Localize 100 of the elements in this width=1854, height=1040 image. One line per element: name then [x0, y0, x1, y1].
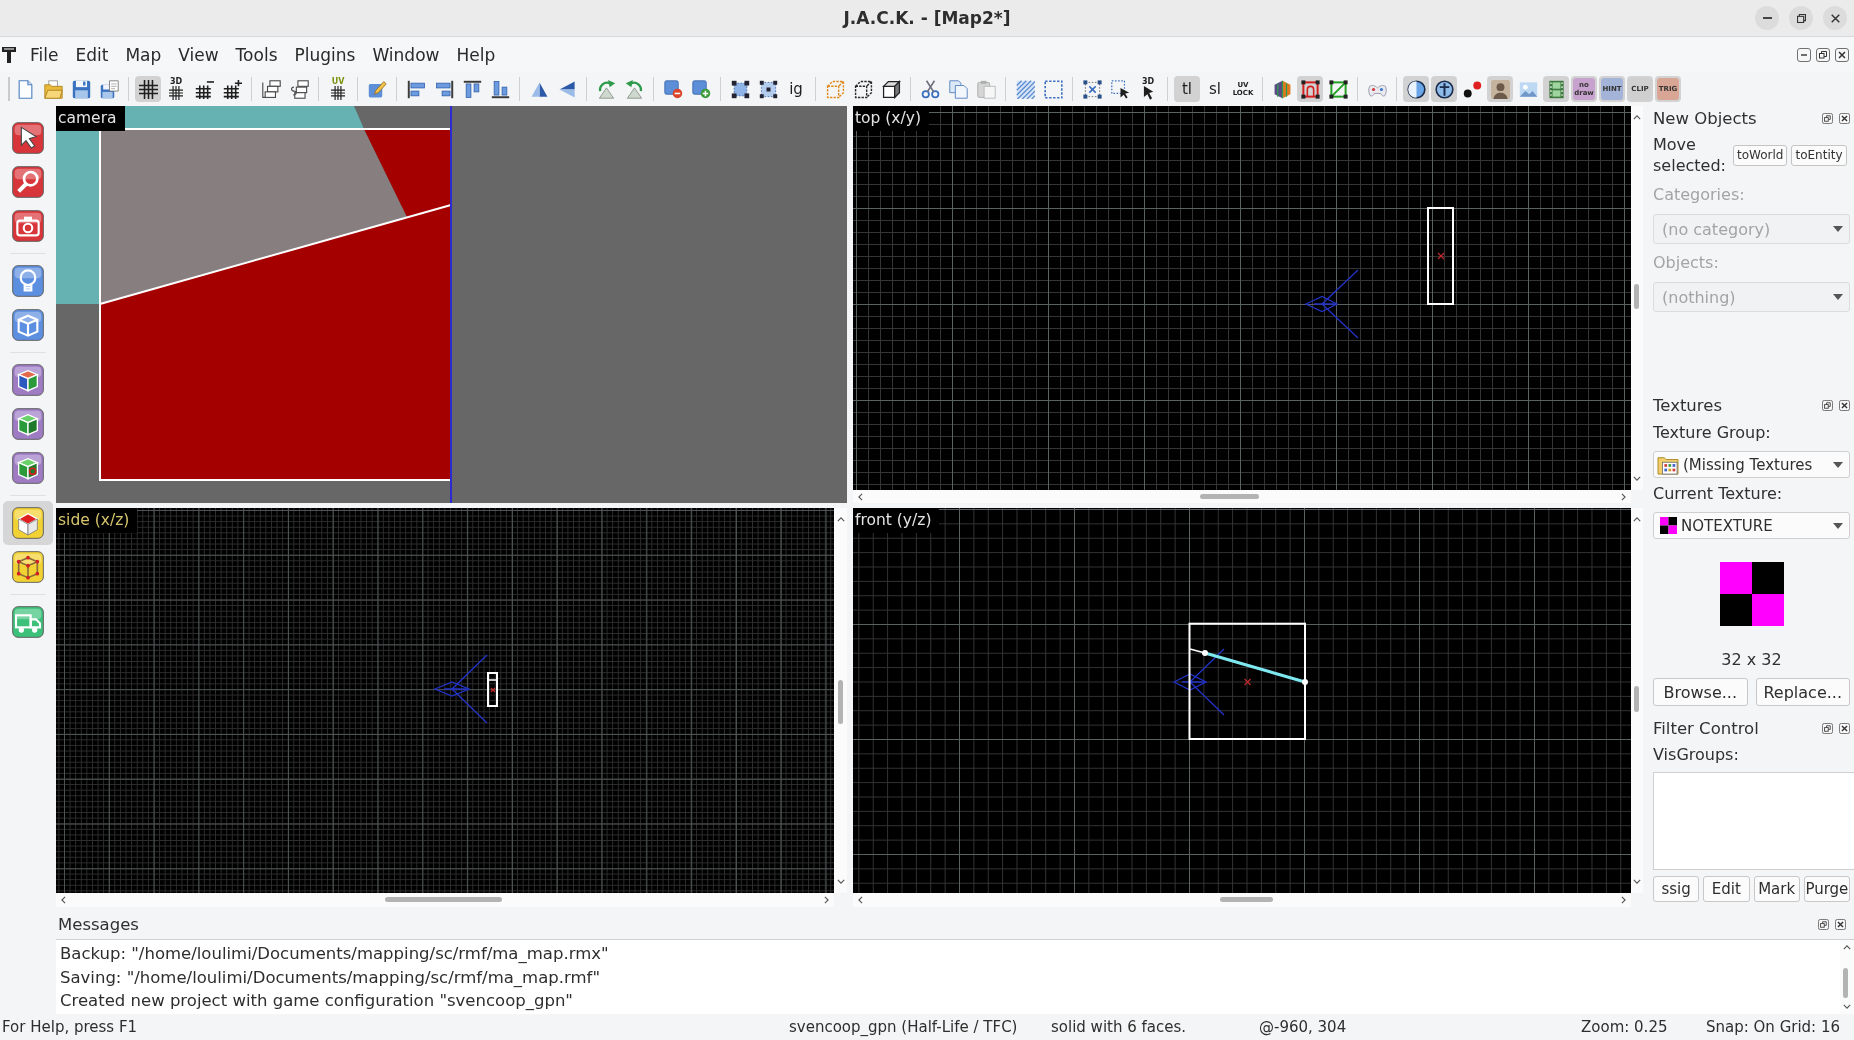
- horizontal-scrollbar[interactable]: [56, 893, 834, 907]
- chevron-left-icon[interactable]: [858, 896, 863, 904]
- toolbar-button[interactable]: 3D: [1135, 76, 1161, 102]
- app-icon[interactable]: [2, 46, 16, 63]
- menu-item[interactable]: View: [169, 40, 227, 69]
- status-text: For Help, press F1: [1, 1018, 139, 1036]
- menu-item[interactable]: Help: [447, 40, 504, 69]
- move-button[interactable]: toWorld: [1733, 144, 1788, 166]
- panel-button[interactable]: Mark: [1753, 876, 1800, 902]
- chevron-up-icon[interactable]: [836, 517, 845, 522]
- chevron-right-icon[interactable]: [824, 896, 829, 904]
- move-button[interactable]: toEntity: [1791, 144, 1847, 166]
- vertical-scrollbar[interactable]: [1840, 940, 1854, 1014]
- menu-item[interactable]: Plugins: [285, 40, 364, 69]
- cross-square-icon: [1082, 79, 1102, 99]
- panel-title: Textures: [1653, 395, 1723, 415]
- vertical-scrollbar[interactable]: [834, 508, 847, 893]
- toolbar-button[interactable]: ig: [783, 76, 809, 102]
- top-face-cube-icon: [12, 507, 44, 539]
- toolbar-button[interactable]: [1403, 76, 1429, 102]
- chevron-down-icon[interactable]: [1633, 476, 1641, 481]
- chevron-down-icon[interactable]: [836, 879, 845, 884]
- log-line: Saving: "/home/loulimi/Documents/mapping/sc/rmf/ma_map.rmf": [60, 966, 601, 989]
- minimize-button[interactable]: [1755, 6, 1779, 30]
- menu-item[interactable]: Map: [116, 40, 170, 69]
- picture-icon: [1518, 79, 1538, 99]
- chevron-up-icon[interactable]: [1843, 945, 1851, 950]
- horizontal-scrollbar[interactable]: [853, 893, 1631, 907]
- status-text: Snap: On Grid: 16: [1705, 1018, 1842, 1036]
- close-icon[interactable]: [1835, 47, 1849, 62]
- close-icon[interactable]: [1839, 399, 1850, 411]
- chevron-down-icon[interactable]: [1633, 879, 1641, 884]
- toolbar-button[interactable]: sl: [1202, 76, 1228, 102]
- scrollbar-thumb[interactable]: [1634, 284, 1639, 309]
- rotate-arrow-icon: [596, 79, 616, 99]
- close-icon[interactable]: [1835, 918, 1846, 930]
- status-text: svencoop_gpn (Half-Life / TFC): [788, 1018, 1019, 1036]
- field-label: Move selected:: [1653, 134, 1727, 176]
- close-button[interactable]: [1823, 6, 1847, 30]
- checker-swatch-icon: [1660, 517, 1677, 534]
- float-icon[interactable]: [1822, 399, 1833, 411]
- panel-button[interactable]: Browse...: [1653, 678, 1748, 706]
- grid-viewport[interactable]: front (y/z): [853, 508, 1631, 893]
- arch-frame-icon: [1300, 79, 1320, 99]
- circle-icon: [1406, 79, 1426, 99]
- panel-title: Messages: [58, 914, 140, 934]
- vertical-scrollbar[interactable]: [1631, 106, 1643, 490]
- scrollbar-thumb[interactable]: [1843, 968, 1848, 998]
- dropdown[interactable]: (Missing Textures: [1653, 451, 1850, 478]
- chevron-right-icon[interactable]: [1621, 492, 1626, 501]
- scrollbar-thumb[interactable]: [1220, 897, 1273, 902]
- horizontal-scrollbar[interactable]: [853, 490, 1631, 503]
- toolbar-button[interactable]: [1431, 76, 1457, 102]
- close-icon[interactable]: [1839, 112, 1850, 124]
- dashed-cube-icon: [853, 79, 873, 99]
- chevron-left-icon[interactable]: [858, 492, 863, 501]
- scrollbar-thumb[interactable]: [1200, 494, 1259, 499]
- triangle-icon: [557, 79, 577, 99]
- panel-button[interactable]: Replace...: [1755, 678, 1850, 706]
- restore-icon[interactable]: [1816, 47, 1830, 62]
- dropdown[interactable]: NOTEXTURE: [1653, 512, 1850, 539]
- grid-viewport[interactable]: top (x/y): [853, 106, 1631, 490]
- chevron-left-icon[interactable]: [61, 896, 66, 904]
- float-icon[interactable]: [1822, 112, 1833, 124]
- viewport-label: top (x/y): [853, 106, 929, 131]
- wireframe-cube-icon: [12, 309, 44, 341]
- scrollbar-thumb[interactable]: [385, 897, 502, 902]
- vertical-scrollbar[interactable]: [1631, 508, 1643, 893]
- panel-button[interactable]: Edit: [1703, 876, 1750, 902]
- toolbar-button[interactable]: [135, 76, 161, 102]
- align-right-icon: [434, 79, 454, 99]
- chevron-down-icon[interactable]: [1843, 1004, 1851, 1009]
- menu-item[interactable]: Tools: [226, 40, 286, 69]
- maximize-button[interactable]: [1789, 6, 1813, 30]
- toolbar-button[interactable]: tl: [1174, 76, 1200, 102]
- toolbar-button[interactable]: [1297, 76, 1323, 102]
- float-icon[interactable]: [1822, 722, 1833, 734]
- chevron-up-icon[interactable]: [1633, 115, 1641, 120]
- menu-item[interactable]: Edit: [66, 40, 117, 69]
- camera-marker: [1304, 269, 1359, 339]
- panel-button[interactable]: Purge: [1803, 876, 1850, 902]
- chevron-right-icon[interactable]: [1621, 896, 1626, 904]
- pencil-square-icon: [367, 79, 387, 99]
- panel-button[interactable]: ssig: [1653, 876, 1700, 902]
- menu-item[interactable]: File: [21, 40, 67, 69]
- chevron-up-icon[interactable]: [1633, 517, 1641, 522]
- diagonal-frame-icon: [1328, 79, 1348, 99]
- scrollbar-thumb[interactable]: [838, 680, 843, 724]
- close-icon[interactable]: [1839, 722, 1850, 734]
- texture-preview: [1719, 562, 1784, 626]
- cursor-icon: [1141, 86, 1155, 100]
- grid-viewport[interactable]: side (x/z): [56, 508, 834, 893]
- tool-button[interactable]: [3, 501, 53, 545]
- minimize-icon[interactable]: [1797, 47, 1811, 62]
- float-icon[interactable]: [1818, 918, 1829, 930]
- menu-item[interactable]: Window: [363, 40, 448, 69]
- grid-icon: [169, 86, 183, 100]
- grid-plus-icon: [222, 79, 242, 99]
- scrollbar-thumb[interactable]: [1634, 686, 1639, 712]
- toolbar-button[interactable]: 3D: [163, 76, 189, 102]
